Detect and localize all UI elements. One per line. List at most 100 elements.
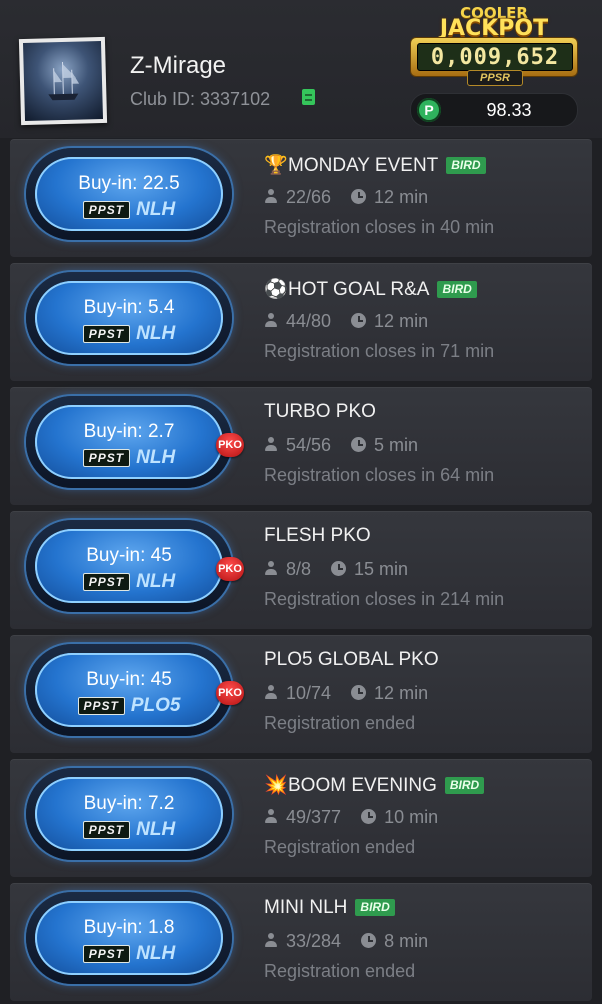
buy-in-button[interactable]: Buy-in: 22.5 PPST NLH bbox=[26, 148, 232, 240]
player-count: 10/74 bbox=[286, 683, 332, 703]
clock-icon bbox=[351, 313, 367, 328]
clock-icon bbox=[351, 189, 367, 204]
tournament-card[interactable]: Buy-in: 1.8 PPST NLH MINI NLH BIRD 33/284 8 mi… bbox=[10, 883, 592, 1001]
buy-in-label: Buy-in: 22.5 bbox=[78, 173, 180, 194]
tournament-title: FLESH PKO bbox=[264, 525, 371, 547]
tournament-stats: 33/284 8 min bbox=[264, 931, 428, 952]
buy-in-pill-inner: Buy-in: 1.8 PPST NLH bbox=[35, 901, 223, 975]
level-duration: 8 min bbox=[384, 931, 429, 951]
copy-icon[interactable] bbox=[302, 89, 315, 105]
game-tag-row: PPST NLH bbox=[35, 819, 223, 841]
level-duration: 5 min bbox=[374, 435, 419, 455]
buy-in-button[interactable]: Buy-in: 7.2 PPST NLH bbox=[26, 768, 232, 860]
registration-status: Registration ended bbox=[264, 961, 416, 981]
player-name: Z-Mirage bbox=[130, 52, 227, 79]
tournament-stats: 8/8 15 min bbox=[264, 559, 408, 580]
tournament-card[interactable]: Buy-in: 22.5 PPST NLH 🏆MONDAY EVENT BIRD 22/6… bbox=[10, 139, 592, 257]
game-tag-row: PPST NLH bbox=[35, 571, 223, 593]
game-type: NLH bbox=[136, 447, 176, 468]
balance-pill[interactable]: P 98.33 bbox=[410, 93, 578, 127]
pko-badge: PKO bbox=[216, 557, 244, 581]
person-icon bbox=[264, 561, 278, 576]
jackpot-banner[interactable]: COOLER JACKPOT 0,009,652 PPSR bbox=[409, 4, 579, 86]
clock-icon bbox=[351, 437, 367, 452]
tournament-card[interactable]: Buy-in: 7.2 PPST NLH 💥BOOM EVENING BIRD 49/37… bbox=[10, 759, 592, 877]
series-brand-badge: PPST bbox=[82, 945, 131, 963]
level-duration: 15 min bbox=[354, 559, 409, 579]
series-brand-badge: PPST bbox=[82, 573, 131, 591]
series-brand-badge: PPST bbox=[82, 449, 131, 467]
game-tag-row: PPST NLH bbox=[35, 943, 223, 965]
buy-in-button[interactable]: Buy-in: 45 PPST NLH bbox=[26, 520, 232, 612]
game-type: NLH bbox=[136, 571, 176, 592]
tournament-name: HOT GOAL R&A bbox=[288, 279, 430, 300]
registration-status: Registration ended bbox=[264, 837, 416, 857]
tournament-stats: 49/377 10 min bbox=[264, 807, 438, 828]
buy-in-label: Buy-in: 2.7 bbox=[83, 421, 175, 442]
pko-badge: PKO bbox=[216, 681, 244, 705]
person-icon bbox=[264, 437, 278, 452]
person-icon bbox=[264, 189, 278, 204]
registration-status: Registration closes in 71 min bbox=[264, 341, 495, 361]
tournament-card[interactable]: Buy-in: 5.4 PPST NLH ⚽HOT GOAL R&A BIRD 44/80… bbox=[10, 263, 592, 381]
buy-in-label: Buy-in: 45 bbox=[86, 669, 172, 690]
series-brand-badge: PPST bbox=[82, 325, 131, 343]
person-icon bbox=[264, 313, 278, 328]
buy-in-pill-inner: Buy-in: 5.4 PPST NLH bbox=[35, 281, 223, 355]
bird-badge: BIRD bbox=[437, 281, 477, 298]
person-icon bbox=[264, 685, 278, 700]
buy-in-button[interactable]: Buy-in: 2.7 PPST NLH bbox=[26, 396, 232, 488]
tournament-stats: 10/74 12 min bbox=[264, 683, 428, 704]
buy-in-label: Buy-in: 45 bbox=[86, 545, 172, 566]
registration-status: Registration closes in 40 min bbox=[264, 217, 495, 237]
series-brand-badge: PPST bbox=[82, 201, 131, 219]
jackpot-brand: PPSR bbox=[467, 70, 523, 86]
level-duration: 12 min bbox=[374, 311, 429, 331]
buy-in-pill-inner: Buy-in: 2.7 PPST NLH bbox=[35, 405, 223, 479]
jackpot-value: 0,009,652 bbox=[430, 45, 560, 70]
game-tag-row: PPST NLH bbox=[35, 447, 223, 469]
game-type: NLH bbox=[136, 943, 176, 964]
buy-in-button[interactable]: Buy-in: 5.4 PPST NLH bbox=[26, 272, 232, 364]
tournament-title: 💥BOOM EVENING BIRD bbox=[264, 773, 485, 797]
game-type: NLH bbox=[136, 819, 176, 840]
series-brand-badge: PPST bbox=[82, 821, 131, 839]
event-emoji-icon: 💥 bbox=[264, 775, 288, 796]
event-emoji-icon: 🏆 bbox=[264, 155, 288, 176]
tournament-name: MINI NLH bbox=[264, 897, 348, 918]
pko-badge: PKO bbox=[216, 433, 244, 457]
registration-status: Registration closes in 214 min bbox=[264, 589, 505, 609]
tournament-stats: 22/66 12 min bbox=[264, 187, 428, 208]
buy-in-label: Buy-in: 7.2 bbox=[83, 793, 175, 814]
balance-value: 98.33 bbox=[486, 100, 532, 120]
level-duration: 12 min bbox=[374, 683, 429, 703]
buy-in-pill-inner: Buy-in: 45 PPST PLO5 bbox=[35, 653, 223, 727]
profile-header: Z-Mirage Club ID: 3337102 COOLER JACKPOT… bbox=[0, 0, 602, 138]
player-count: 49/377 bbox=[286, 807, 342, 827]
bird-badge: BIRD bbox=[446, 157, 486, 174]
buy-in-button[interactable]: Buy-in: 1.8 PPST NLH bbox=[26, 892, 232, 984]
tournament-name: BOOM EVENING bbox=[288, 775, 437, 796]
bird-badge: BIRD bbox=[355, 899, 395, 916]
buy-in-button[interactable]: Buy-in: 45 PPST PLO5 bbox=[26, 644, 232, 736]
player-count: 44/80 bbox=[286, 311, 332, 331]
buy-in-label: Buy-in: 5.4 bbox=[83, 297, 175, 318]
registration-status: Registration ended bbox=[264, 713, 416, 733]
level-duration: 12 min bbox=[374, 187, 429, 207]
registration-status: Registration closes in 64 min bbox=[264, 465, 495, 485]
tournament-name: FLESH PKO bbox=[264, 525, 371, 546]
player-count: 54/56 bbox=[286, 435, 332, 455]
buy-in-pill-inner: Buy-in: 22.5 PPST NLH bbox=[35, 157, 223, 231]
person-icon bbox=[264, 933, 278, 948]
avatar[interactable] bbox=[18, 36, 108, 126]
tournament-name: MONDAY EVENT bbox=[288, 155, 439, 176]
ship-photo bbox=[22, 40, 104, 122]
tournament-card[interactable]: Buy-in: 45 PPST NLH PKO FLESH PKO 8/8 15 min Re… bbox=[10, 511, 592, 629]
tournament-card[interactable]: Buy-in: 45 PPST PLO5 PKO PLO5 GLOBAL PKO 10/7… bbox=[10, 635, 592, 753]
game-type: PLO5 bbox=[130, 695, 181, 716]
tournament-card[interactable]: Buy-in: 2.7 PPST NLH PKO TURBO PKO 54/56 5 min… bbox=[10, 387, 592, 505]
tournament-name: PLO5 GLOBAL PKO bbox=[264, 649, 439, 670]
game-tag-row: PPST NLH bbox=[35, 199, 223, 221]
jackpot-screen: 0,009,652 bbox=[417, 43, 573, 71]
points-icon: P bbox=[417, 98, 441, 122]
